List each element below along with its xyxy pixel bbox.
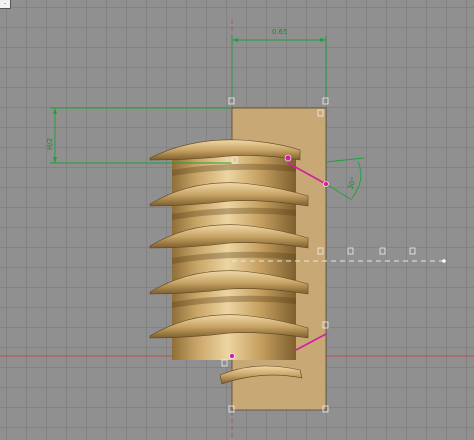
point-marker-icon [221, 359, 228, 367]
construction-end-point[interactable] [442, 259, 446, 263]
angle-dimension-label[interactable]: 30° [346, 176, 358, 190]
constraint-icon [284, 154, 292, 162]
point-marker-icon [409, 247, 416, 255]
cad-scene[interactable]: 0.65 H/2 30° [0, 0, 474, 440]
angle-dimension[interactable]: 30° [325, 157, 365, 201]
pitch-dimension-label[interactable]: H/2 [46, 138, 54, 150]
width-dimension-label[interactable]: 0.65 [272, 28, 288, 36]
point-marker-icon [322, 97, 329, 105]
constraint-icon [323, 181, 329, 187]
point-marker-icon [379, 247, 386, 255]
point-marker-icon [347, 247, 354, 255]
width-dimension[interactable]: 0.65 [231, 28, 327, 100]
constraint-icon [229, 353, 235, 359]
modeling-viewport[interactable]: · 0.65 H/2 30° [0, 0, 474, 440]
